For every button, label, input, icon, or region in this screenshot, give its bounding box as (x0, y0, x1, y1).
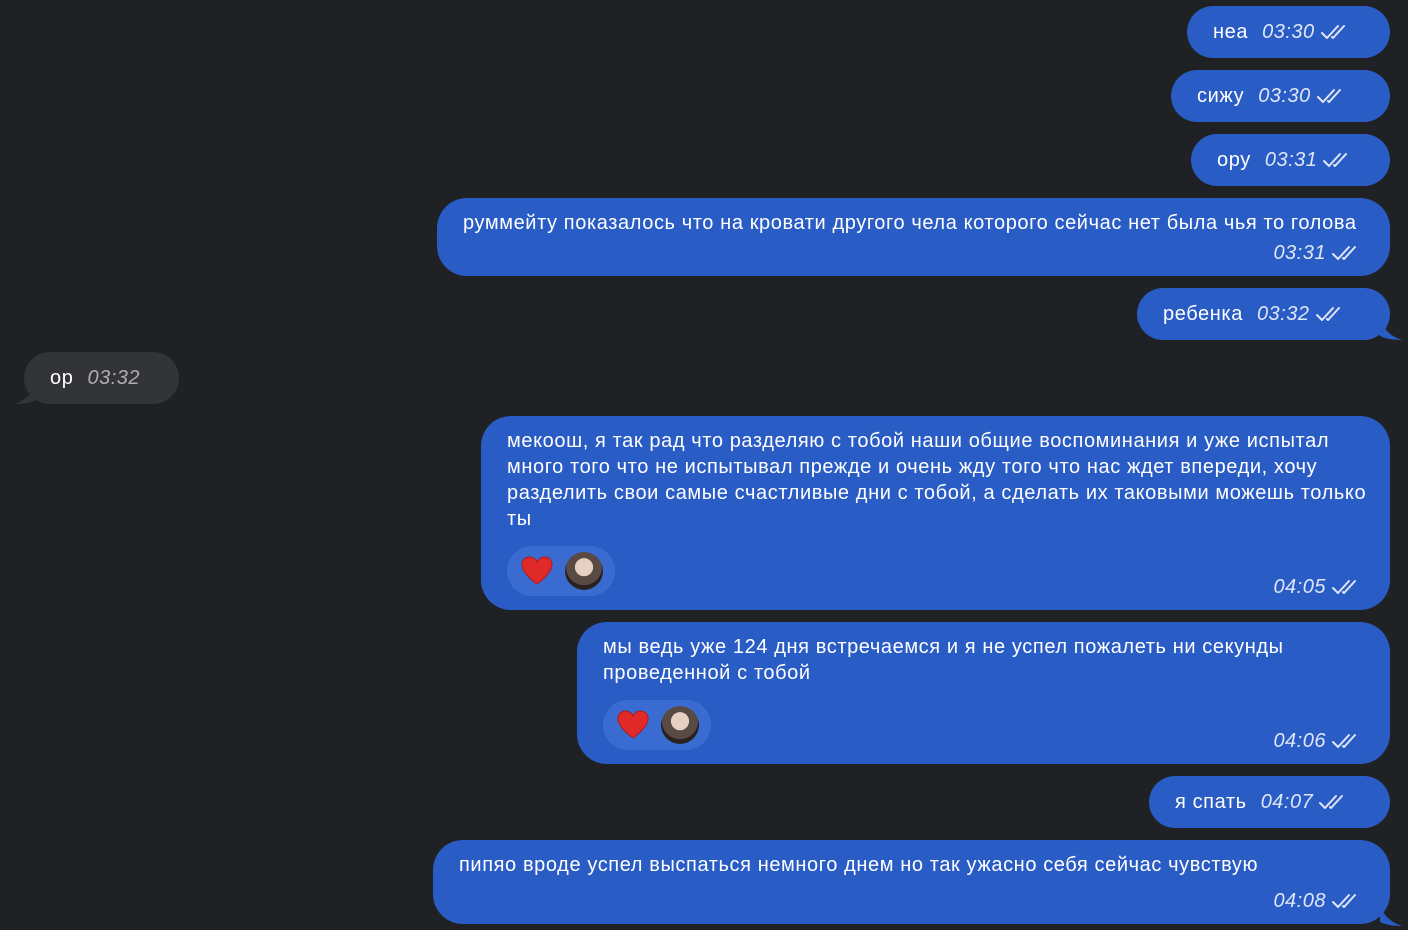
message-time: 03:30 (1262, 21, 1315, 43)
double-check-icon (1332, 246, 1356, 260)
message-bubble-outgoing[interactable]: сижу 03:30 (1171, 70, 1390, 122)
heart-icon (521, 556, 553, 585)
message-text: неа (1213, 21, 1249, 43)
double-check-icon (1323, 153, 1348, 167)
bubble-tail (1380, 318, 1402, 340)
double-check-icon (1332, 580, 1356, 594)
message-bubble-outgoing[interactable]: мекоош, я так рад что разделяю с тобой н… (481, 416, 1390, 610)
message-time: 03:32 (1256, 303, 1310, 325)
double-check-icon (1332, 894, 1356, 908)
message-text: ор (50, 367, 74, 389)
message-text: руммейту показалось что на кровати друго… (463, 212, 1357, 234)
message-text: мы ведь уже 124 дня встречаемся и я не у… (603, 636, 1284, 684)
avatar (661, 706, 699, 744)
message-text: сижу (1197, 85, 1245, 107)
message-text: пипяо вроде успел выспаться немного днем… (459, 854, 1259, 876)
message-bubble-outgoing[interactable]: я спать 04:07 (1149, 776, 1390, 828)
message-bubble-incoming[interactable]: ор 03:32 (24, 352, 179, 404)
chat-history: неа 03:30 сижу 03:30 ору 03:31 руммейту … (0, 0, 1408, 930)
message-time: 04:07 (1260, 791, 1314, 813)
message-bubble-outgoing[interactable]: мы ведь уже 124 дня встречаемся и я не у… (577, 622, 1390, 764)
message-bubble-outgoing[interactable]: ребенка 03:32 (1137, 288, 1390, 340)
double-check-icon (1320, 25, 1345, 39)
bubble-tail (14, 382, 36, 404)
message-time: 03:30 (1258, 85, 1311, 107)
message-text: ору (1217, 149, 1251, 171)
avatar (565, 552, 603, 590)
double-check-icon (1319, 795, 1344, 809)
message-time: 03:31 (1273, 242, 1326, 264)
message-time: 04:05 (1273, 576, 1326, 598)
double-check-icon (1316, 89, 1341, 103)
bubble-tail (1380, 904, 1402, 926)
message-time: 03:32 (87, 367, 141, 389)
reaction-pill[interactable] (507, 546, 615, 596)
double-check-icon (1315, 307, 1340, 321)
message-text: я спать (1175, 791, 1247, 813)
message-bubble-outgoing[interactable]: руммейту показалось что на кровати друго… (437, 198, 1390, 276)
message-time: 04:06 (1273, 730, 1326, 752)
message-time: 04:08 (1273, 890, 1326, 912)
message-text: мекоош, я так рад что разделяю с тобой н… (507, 430, 1367, 530)
message-time: 03:31 (1264, 149, 1318, 171)
message-bubble-outgoing[interactable]: пипяо вроде успел выспаться немного днем… (433, 840, 1390, 924)
double-check-icon (1332, 734, 1356, 748)
reaction-pill[interactable] (603, 700, 711, 750)
message-bubble-outgoing[interactable]: ору 03:31 (1191, 134, 1390, 186)
message-bubble-outgoing[interactable]: неа 03:30 (1187, 6, 1390, 58)
message-text: ребенка (1163, 303, 1243, 325)
heart-icon (617, 710, 649, 739)
